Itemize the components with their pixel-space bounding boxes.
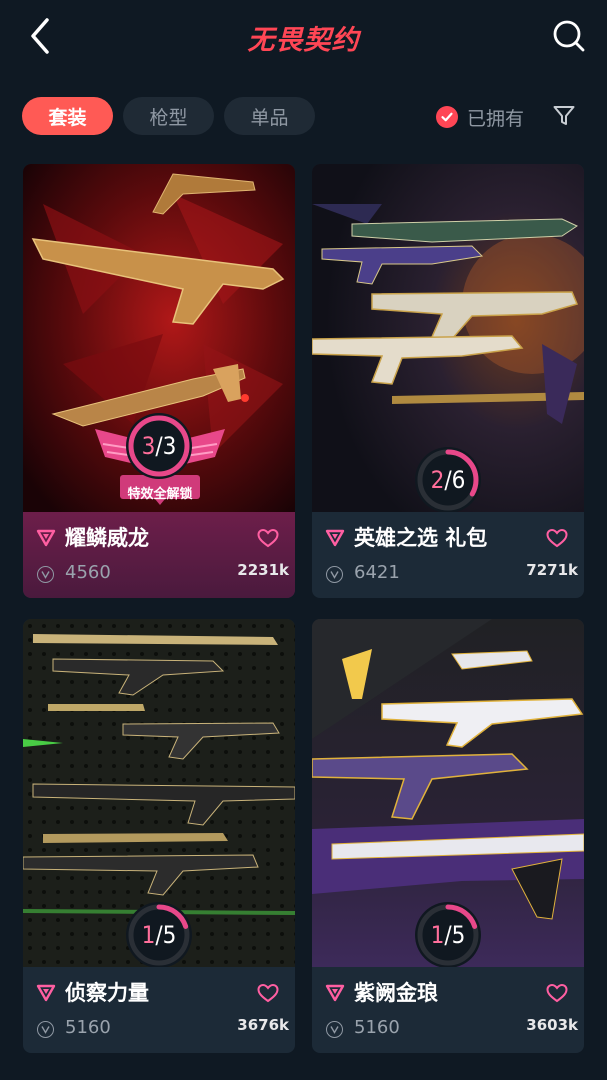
filter-button[interactable] (550, 102, 578, 130)
bundle-card[interactable]: 2/6 英雄之选 礼包 6421 7271k (312, 164, 584, 598)
ownership-progress: 3/3 (125, 412, 193, 480)
bundle-artwork: 2/6 (312, 164, 584, 512)
progress-current: 1 (430, 921, 445, 949)
search-icon (553, 20, 585, 52)
ownership-progress: 1/5 (125, 901, 193, 967)
rarity-triangle-icon (36, 984, 56, 1002)
rarity-triangle-icon (325, 984, 345, 1002)
progress-total: 5 (451, 921, 466, 949)
like-count: 7271k (526, 561, 578, 579)
bundle-name: 耀鳞威龙 (65, 526, 149, 550)
owned-toggle[interactable]: 已拥有 (436, 103, 524, 131)
tab-bundles[interactable]: 套装 (22, 97, 113, 135)
progress-current: 1 (141, 921, 156, 949)
page-title: 无畏契约 (247, 25, 360, 56)
bundle-card[interactable]: 特效全解锁 3/3 耀鳞威龙 4560 2231k (23, 164, 295, 598)
search-button[interactable] (547, 14, 591, 58)
funnel-icon (553, 106, 575, 125)
bundle-info: 英雄之选 礼包 6421 7271k (312, 512, 584, 598)
category-tabs: 套装 枪型 单品 (22, 97, 315, 135)
bundle-artwork: 1/5 (23, 619, 295, 967)
owned-label: 已拥有 (467, 107, 525, 130)
bundle-price: 5160 (354, 1017, 400, 1038)
progress-total: 5 (162, 921, 177, 949)
bundle-artwork: 特效全解锁 3/3 (23, 164, 295, 512)
rarity-triangle-icon (36, 529, 56, 547)
valorant-points-icon (37, 566, 54, 583)
bundle-name: 英雄之选 礼包 (354, 526, 488, 550)
bundle-price: 4560 (65, 562, 111, 583)
rarity-triangle-icon (325, 529, 345, 547)
bundle-info: 紫阙金琅 5160 3603k (312, 967, 584, 1053)
app-header: 无畏契约 (0, 0, 607, 76)
bundle-info: 侦察力量 5160 3676k (23, 967, 295, 1053)
bundle-info: 耀鳞威龙 4560 2231k (23, 512, 295, 598)
tab-single-item[interactable]: 单品 (224, 97, 315, 135)
valorant-points-icon (37, 1021, 54, 1038)
progress-total: 3 (162, 432, 177, 460)
bundle-price: 5160 (65, 1017, 111, 1038)
ownership-progress: 1/5 (414, 901, 482, 967)
bundle-card[interactable]: 1/5 紫阙金琅 5160 3603k (312, 619, 584, 1053)
like-count: 2231k (237, 561, 289, 579)
bundle-price: 6421 (354, 562, 400, 583)
like-count: 3676k (237, 1016, 289, 1034)
heart-icon[interactable] (546, 983, 568, 1003)
checkmark-icon (436, 106, 458, 128)
progress-total: 6 (451, 466, 466, 494)
heart-icon[interactable] (257, 528, 279, 548)
bundle-artwork: 1/5 (312, 619, 584, 967)
valorant-points-icon (326, 1021, 343, 1038)
bundle-card[interactable]: 1/5 侦察力量 5160 3676k (23, 619, 295, 1053)
progress-current: 2 (430, 466, 445, 494)
like-count: 3603k (526, 1016, 578, 1034)
ownership-progress: 2/6 (414, 446, 482, 512)
badge-label: 特效全解锁 (127, 487, 193, 502)
heart-icon[interactable] (257, 983, 279, 1003)
bundle-name: 侦察力量 (65, 981, 149, 1005)
progress-current: 3 (141, 432, 156, 460)
heart-icon[interactable] (546, 528, 568, 548)
valorant-points-icon (326, 566, 343, 583)
bundle-name: 紫阙金琅 (354, 981, 438, 1005)
tab-weapon-type[interactable]: 枪型 (123, 97, 214, 135)
